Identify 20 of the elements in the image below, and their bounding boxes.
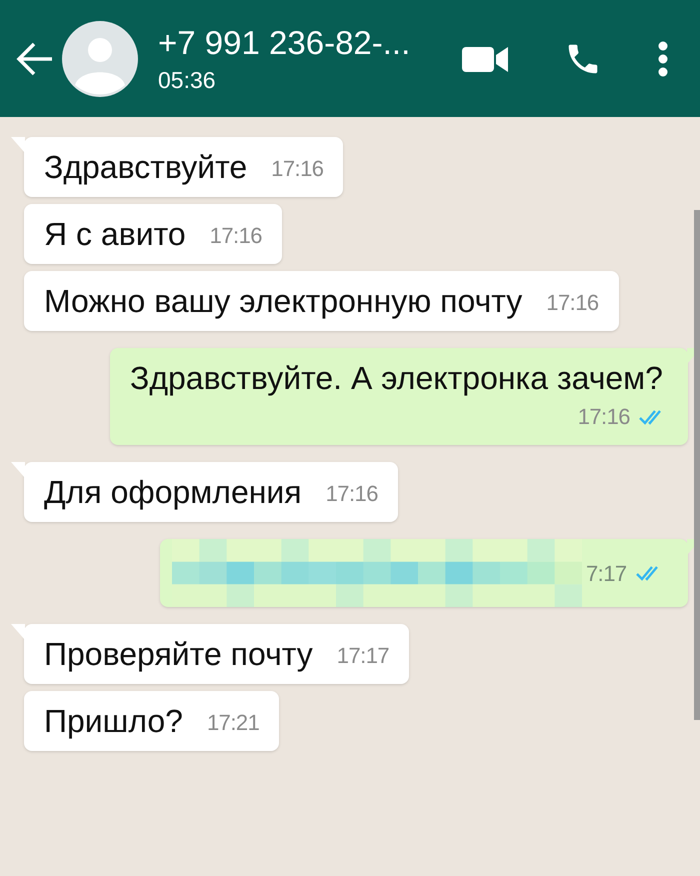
avatar-icon[interactable] <box>62 20 138 96</box>
message-time: 17:16 <box>326 480 378 508</box>
message-text: Для оформления <box>44 473 302 512</box>
back-arrow-icon[interactable] <box>16 40 54 76</box>
message-text: Здравствуйте <box>44 148 248 187</box>
message-text: Я с авито <box>44 215 186 254</box>
message-text: Здравствуйте. А электронка зачем? <box>130 359 663 398</box>
contact-name[interactable]: +7 991 236-82-... <box>158 22 410 64</box>
message-time: 7:17 <box>586 560 627 588</box>
message-time: 17:16 <box>210 222 262 250</box>
message-time: 17:21 <box>206 709 260 737</box>
message-text: Можно вашу электронную почту <box>44 282 522 321</box>
message-time: 17:16 <box>578 403 630 431</box>
message-text: Пришло? <box>44 702 183 741</box>
message-time: 17:16 <box>271 155 324 183</box>
message-text: Проверяйте почту <box>44 635 313 674</box>
message-time: 17:17 <box>336 642 390 670</box>
last-seen: 05:36 <box>158 66 217 94</box>
menu-icon[interactable] <box>658 40 668 76</box>
message-time: 17:16 <box>546 289 599 317</box>
